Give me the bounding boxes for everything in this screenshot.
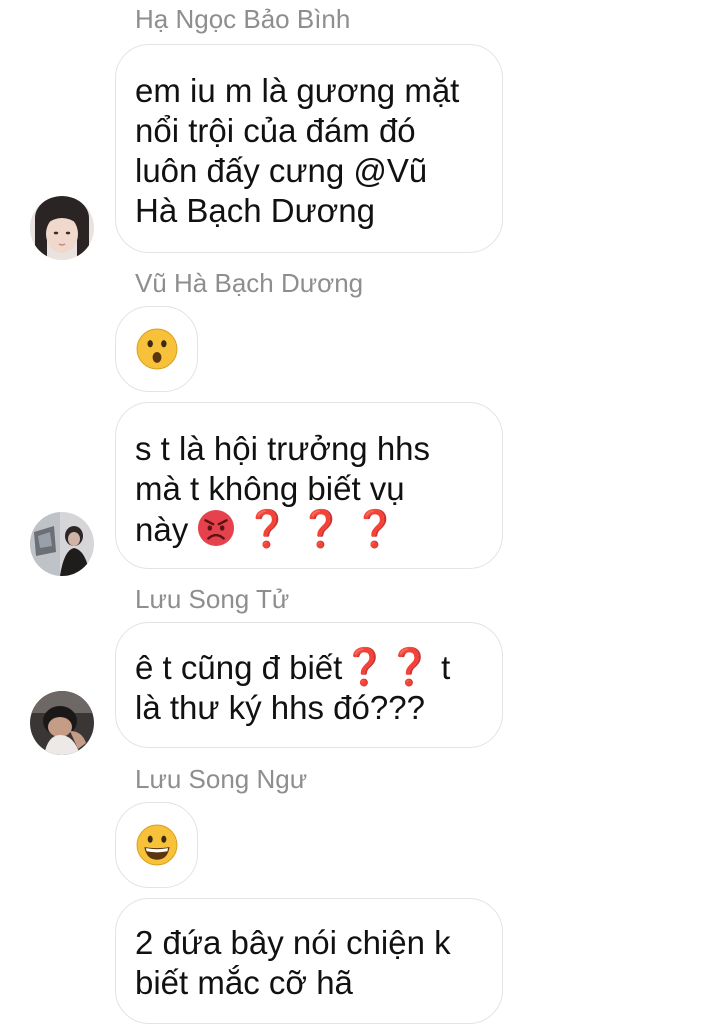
message-bubble[interactable] [115,802,198,888]
message-text: Hà Bạch Dương [135,192,376,229]
sender-name: Lưu Song Ngư [135,764,308,794]
avatar[interactable] [30,691,94,755]
avatar[interactable] [30,512,94,576]
sender-name: Hạ Ngọc Bảo Bình [135,4,351,34]
grinning-face-emoji [136,824,177,866]
sender-name: Lưu Song Tử [135,584,290,614]
message-text: nổi trội của đám đó [135,112,416,149]
sender-name: Vũ Hà Bạch Dương [135,268,364,298]
red-question-mark: ❓ [244,508,290,549]
red-question-mark: ❓ [342,646,388,687]
avatar-photo [30,512,94,576]
avatar[interactable] [30,196,94,260]
astonished-face-emoji [136,328,177,370]
message-text: này [135,511,189,548]
message-bubble[interactable]: ê t cũng đ biết❓❓ t là thư ký hhs đó??? [115,622,503,748]
message-text: mà t không biết vụ [135,470,405,507]
message-text: em iu m là gương mặt [135,72,460,109]
angry-face-emoji [198,509,235,547]
avatar-photo [30,691,94,755]
message-bubble[interactable]: s t là hội trưởng hhs mà t không biết vụ… [115,402,503,569]
message-text: 2 đứa bây nói chiện k [135,924,451,961]
message-text: t [431,649,451,686]
message-bubble[interactable]: em iu m là gương mặt nổi trội của đám đó… [115,44,503,253]
red-question-mark: ❓ [387,646,432,687]
message-text: ê t cũng đ biết [135,649,343,686]
message-text: s t là hội trưởng hhs [135,430,431,467]
red-question-mark: ❓ [352,508,398,549]
message-bubble[interactable] [115,306,198,392]
avatar-photo [30,196,94,260]
message-line: này ❓ ❓ ❓ [135,509,484,550]
message-bubble[interactable]: 2 đứa bây nói chiện k biết mắc cỡ hã [115,898,503,1024]
red-question-mark: ❓ [298,508,344,549]
message-line: ê t cũng đ biết❓❓ t [135,647,484,688]
message-text: là thư ký hhs đó??? [135,689,425,726]
message-text: biết mắc cỡ hã [135,964,353,1001]
message-text: luôn đấy cưng @Vũ [135,152,428,189]
